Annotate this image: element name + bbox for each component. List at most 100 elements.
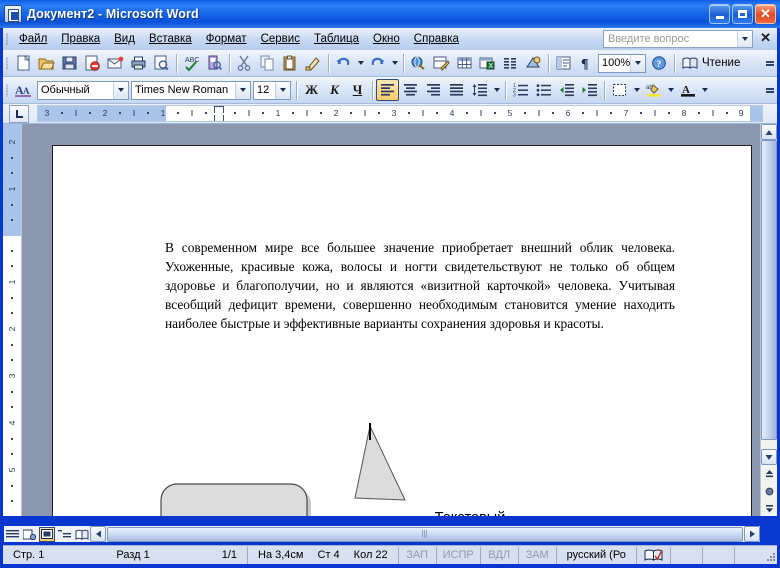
line-spacing-dropdown-icon[interactable]	[491, 79, 502, 101]
font-dropdown-icon[interactable]	[235, 82, 250, 99]
view-reading-button[interactable]	[74, 527, 90, 542]
view-print-layout-button[interactable]	[39, 527, 55, 542]
style-combo[interactable]: Обычный	[37, 81, 129, 100]
new-document-button[interactable]	[12, 52, 35, 74]
show-formatting-marks-button[interactable]: ¶	[575, 52, 598, 74]
numbering-button[interactable]: 123	[509, 79, 532, 101]
scroll-left-button[interactable]	[90, 526, 106, 542]
print-preview-button[interactable]	[150, 52, 173, 74]
style-dropdown-icon[interactable]	[113, 82, 128, 99]
standard-toolbar-overflow-button[interactable]	[764, 52, 776, 74]
formatting-toolbar-handle[interactable]	[3, 81, 12, 99]
borders-dropdown-icon[interactable]	[631, 79, 642, 101]
menu-item-window[interactable]: Окно	[366, 31, 407, 48]
status-language-button[interactable]: русский (Ро	[557, 547, 637, 564]
undo-button[interactable]	[332, 52, 355, 74]
view-outline-button[interactable]	[56, 527, 72, 542]
document-page[interactable]: В современном мире все большее значение …	[52, 145, 752, 516]
open-button[interactable]	[35, 52, 58, 74]
left-indent-marker[interactable]	[214, 115, 224, 122]
menu-item-insert[interactable]: Вставка	[142, 31, 199, 48]
vertical-scroll-thumb[interactable]	[761, 140, 777, 440]
view-normal-button[interactable]	[4, 527, 20, 542]
scroll-right-button[interactable]	[744, 526, 760, 542]
align-right-button[interactable]	[422, 79, 445, 101]
vertical-scrollbar[interactable]	[760, 124, 777, 516]
vertical-ruler[interactable]: 2 1 1 2 3 4 5	[3, 124, 22, 516]
font-name-combo[interactable]: Times New Roman	[131, 81, 251, 100]
formatting-toolbar-overflow-button[interactable]	[764, 79, 776, 101]
previous-page-button[interactable]	[762, 467, 777, 482]
line-spacing-button[interactable]	[468, 79, 491, 101]
resize-grip[interactable]	[766, 549, 775, 561]
redo-dropdown-icon[interactable]	[389, 52, 400, 74]
menu-item-edit[interactable]: Правка	[54, 31, 107, 48]
redo-button[interactable]	[366, 52, 389, 74]
cut-button[interactable]	[233, 52, 256, 74]
zoom-combo[interactable]: 100%	[598, 54, 646, 73]
permission-button[interactable]	[81, 52, 104, 74]
zoom-dropdown-icon[interactable]	[630, 55, 645, 72]
drawing-button[interactable]	[522, 52, 545, 74]
close-button[interactable]: ✕	[755, 4, 776, 24]
increase-indent-button[interactable]	[578, 79, 601, 101]
align-left-button[interactable]	[376, 79, 399, 101]
font-size-combo[interactable]: 12	[253, 81, 291, 100]
copy-button[interactable]	[256, 52, 279, 74]
menu-item-view[interactable]: Вид	[107, 31, 142, 48]
close-document-icon[interactable]: ✕	[760, 31, 771, 45]
help-button[interactable]: ?	[648, 52, 671, 74]
bold-button[interactable]: Ж	[300, 79, 323, 101]
font-size-dropdown-icon[interactable]	[275, 82, 290, 99]
spelling-button[interactable]: ABC	[180, 52, 203, 74]
horizontal-ruler[interactable]: 3 2 1 1 2 3 4 5 6 7 8	[3, 104, 777, 124]
highlight-dropdown-icon[interactable]	[665, 79, 676, 101]
menu-item-table[interactable]: Таблица	[307, 31, 366, 48]
status-overtype-button[interactable]: ЗАМ	[519, 547, 557, 564]
undo-dropdown-icon[interactable]	[355, 52, 366, 74]
insert-table-button[interactable]	[453, 52, 476, 74]
font-color-button[interactable]: A	[676, 79, 699, 101]
menu-drag-handle[interactable]	[3, 30, 12, 48]
styles-and-formatting-icon[interactable]: AA	[12, 79, 35, 101]
columns-button[interactable]	[499, 52, 522, 74]
tab-stop-selector[interactable]	[9, 105, 29, 123]
format-painter-button[interactable]	[302, 52, 325, 74]
print-button[interactable]	[127, 52, 150, 74]
first-line-indent-marker[interactable]	[214, 106, 224, 113]
status-record-button[interactable]: ЗАП	[399, 547, 437, 564]
ask-a-question-box[interactable]: Введите вопрос	[603, 30, 753, 48]
status-track-changes-button[interactable]: ИСПР	[437, 547, 481, 564]
minimize-button[interactable]	[709, 4, 730, 24]
menu-item-tools[interactable]: Сервис	[254, 31, 307, 48]
next-page-button[interactable]	[762, 501, 777, 516]
italic-button[interactable]: К	[323, 79, 346, 101]
menu-item-format[interactable]: Формат	[199, 31, 254, 48]
standard-toolbar-handle[interactable]	[3, 54, 12, 72]
highlight-button[interactable]: ab	[642, 79, 665, 101]
menu-item-file[interactable]: Файл	[12, 31, 54, 48]
select-browse-object-button[interactable]	[762, 484, 777, 499]
align-justify-button[interactable]	[445, 79, 468, 101]
document-paragraph[interactable]: В современном мире все большее значение …	[165, 238, 675, 333]
save-button[interactable]	[58, 52, 81, 74]
scroll-down-button[interactable]	[761, 449, 777, 465]
underline-button[interactable]: Ч	[346, 79, 369, 101]
document-canvas[interactable]: В современном мире все большее значение …	[22, 124, 760, 516]
horizontal-scroll-thumb[interactable]	[107, 527, 743, 542]
font-color-dropdown-icon[interactable]	[699, 79, 710, 101]
ruler-scale[interactable]: 3 2 1 1 2 3 4 5 6 7 8	[37, 105, 763, 122]
bullets-button[interactable]	[532, 79, 555, 101]
status-spellcheck-button[interactable]	[637, 547, 672, 564]
reading-layout-button[interactable]: Чтение	[678, 54, 744, 72]
menu-item-help[interactable]: Справка	[407, 31, 466, 48]
align-center-button[interactable]	[399, 79, 422, 101]
tables-and-borders-button[interactable]	[430, 52, 453, 74]
scroll-up-button[interactable]	[761, 124, 777, 140]
insert-excel-sheet-button[interactable]: X	[476, 52, 499, 74]
chevron-down-icon[interactable]	[737, 31, 752, 47]
research-button[interactable]	[203, 52, 226, 74]
insert-hyperlink-button[interactable]	[407, 52, 430, 74]
document-map-button[interactable]	[552, 52, 575, 74]
horizontal-scrollbar[interactable]	[90, 526, 760, 542]
